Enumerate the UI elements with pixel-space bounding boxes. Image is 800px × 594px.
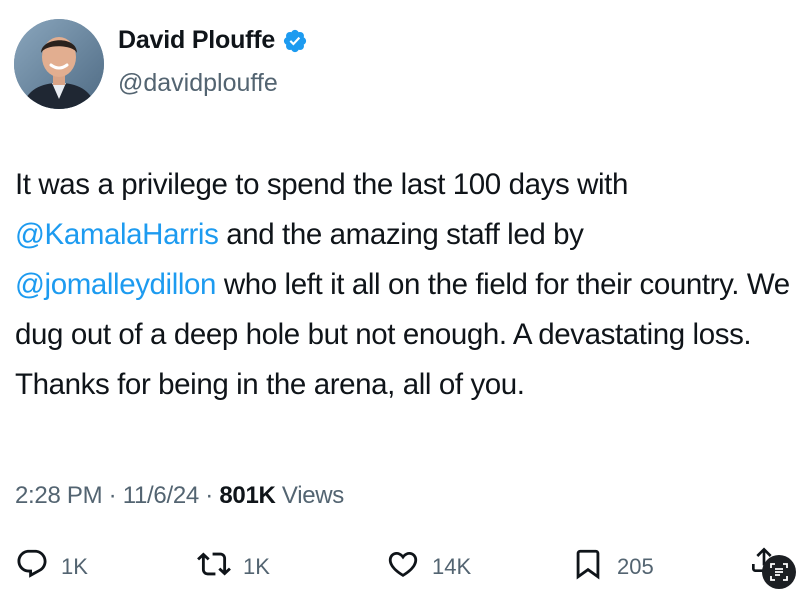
views-label: Views xyxy=(275,482,345,509)
text-scan-icon xyxy=(770,563,788,581)
author-name-row: David Plouffe xyxy=(118,26,308,55)
retweet-button[interactable]: 1K xyxy=(197,547,270,586)
meta-separator: · xyxy=(198,482,220,509)
bookmark-count: 205 xyxy=(617,553,654,579)
tweet-date[interactable]: 11/6/24 xyxy=(123,482,200,509)
reply-icon xyxy=(15,547,49,586)
heart-icon xyxy=(386,547,420,586)
tweet-text: It was a privilege to spend the last 100… xyxy=(15,160,790,410)
meta-separator: · xyxy=(102,482,123,509)
tweet-time[interactable]: 2:28 PM xyxy=(15,482,103,509)
verified-badge-icon xyxy=(282,28,308,54)
retweet-count: 1K xyxy=(243,553,270,579)
like-count: 14K xyxy=(432,553,472,579)
retweet-icon xyxy=(197,547,231,586)
like-button[interactable]: 14K xyxy=(386,547,471,586)
bookmark-button[interactable]: 205 xyxy=(571,547,654,586)
translate-icon[interactable] xyxy=(762,555,796,589)
reply-button[interactable]: 1K xyxy=(15,547,88,586)
avatar[interactable] xyxy=(14,19,104,109)
display-name[interactable]: David Plouffe xyxy=(118,26,275,55)
user-avatar-photo xyxy=(14,19,104,109)
tweet-text-segment: It was a privilege to spend the last 100… xyxy=(15,168,628,201)
tweet-meta: 2:28 PM · 11/6/24 · 801K Views xyxy=(15,482,344,510)
mention-link[interactable]: @jomalleydillon xyxy=(15,268,216,301)
handle[interactable]: @davidplouffe xyxy=(118,69,278,98)
mention-link[interactable]: @KamalaHarris xyxy=(15,218,219,251)
bookmark-icon xyxy=(571,547,605,586)
views-count: 801K xyxy=(219,482,276,509)
reply-count: 1K xyxy=(61,553,88,579)
tweet-text-segment: and the amazing staff led by xyxy=(218,218,584,251)
